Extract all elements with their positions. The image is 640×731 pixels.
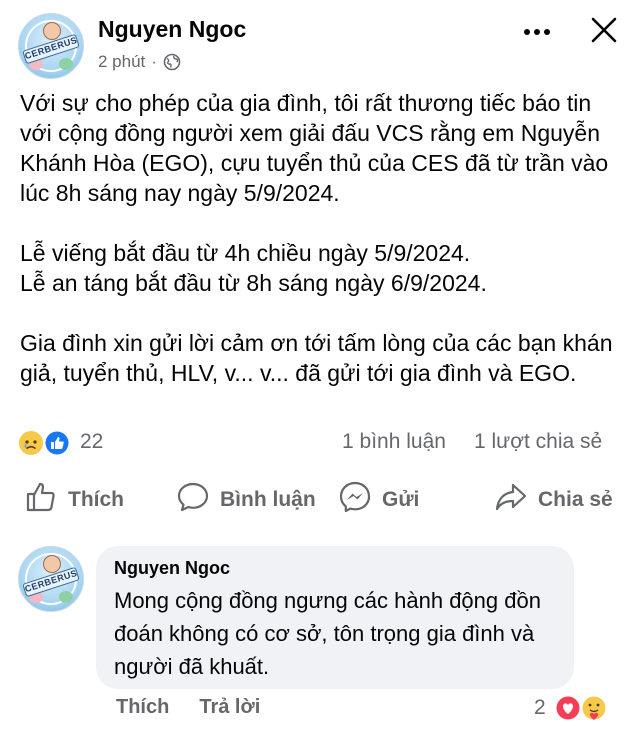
comment-author-name[interactable]: Nguyen Ngoc: [114, 558, 230, 579]
avatar-figure-right: [59, 58, 73, 70]
post-paragraph-3: Gia đình xin gửi lời cảm ơn tới tấm lòng…: [20, 330, 613, 386]
post-time[interactable]: 2 phút: [98, 52, 145, 72]
share-label: Chia sẻ: [538, 488, 613, 511]
reaction-count[interactable]: 22: [80, 430, 103, 454]
like-button[interactable]: Thích: [24, 482, 124, 518]
comment-reply-button[interactable]: Trả lời: [199, 696, 260, 726]
comments-count[interactable]: 1 bình luận: [342, 430, 446, 454]
comment-button[interactable]: Bình luận: [176, 482, 316, 518]
post-body: Với sự cho phép của gia đình, tôi rất th…: [20, 88, 620, 388]
post-actions: Thích Bình luận Gửi Chia sẻ: [0, 478, 640, 522]
comment-reaction-count[interactable]: 2: [534, 696, 546, 720]
post-meta: 2 phút ·: [98, 52, 181, 72]
comment-text: Mong cộng đồng ngưng các hành động đồn đ…: [114, 588, 541, 679]
avatar-figure-right: [59, 591, 73, 603]
post-paragraph-1: Với sự cho phép của gia đình, tôi rất th…: [20, 90, 609, 206]
messenger-icon: [338, 480, 372, 520]
reaction-icons[interactable]: [18, 430, 74, 456]
comment-actions: Thích Trả lời: [116, 696, 260, 726]
comment-label: Bình luận: [220, 488, 316, 511]
share-arrow-icon: [494, 480, 528, 520]
sad-reaction-icon: [19, 431, 43, 455]
post-paragraph-2: Lễ viếng bắt đầu từ 4h chiều ngày 5/9/20…: [20, 240, 487, 296]
thumbs-up-icon: [24, 480, 58, 520]
send-button[interactable]: Gửi: [338, 480, 420, 520]
share-button[interactable]: Chia sẻ: [494, 482, 613, 518]
author-avatar[interactable]: CERBERUS: [18, 13, 84, 79]
avatar-figure: [43, 22, 61, 40]
care-reaction-icon: [581, 695, 607, 721]
close-icon[interactable]: [590, 16, 618, 44]
comment-reaction-icons[interactable]: [554, 694, 612, 722]
post-stats-row: 22 1 bình luận 1 lượt chia sẻ: [18, 428, 622, 458]
send-label: Gửi: [382, 488, 420, 511]
commenter-avatar[interactable]: CERBERUS: [18, 546, 84, 612]
globe-icon: [163, 53, 181, 71]
avatar-figure: [43, 555, 61, 573]
shares-count[interactable]: 1 lượt chia sẻ: [474, 430, 602, 454]
love-reaction-icon: [555, 695, 581, 721]
comment-bubble: Nguyen Ngoc Mong cộng đồng ngưng các hàn…: [96, 546, 574, 689]
post-author-name[interactable]: Nguyen Ngoc: [98, 16, 246, 43]
meta-separator: ·: [151, 52, 157, 71]
more-options-icon[interactable]: [520, 20, 554, 44]
like-reaction-icon: [44, 430, 70, 456]
speech-bubble-icon: [176, 480, 210, 520]
comment-like-button[interactable]: Thích: [116, 696, 169, 726]
like-label: Thích: [68, 488, 124, 511]
post-header: CERBERUS Nguyen Ngoc 2 phút ·: [0, 0, 640, 90]
